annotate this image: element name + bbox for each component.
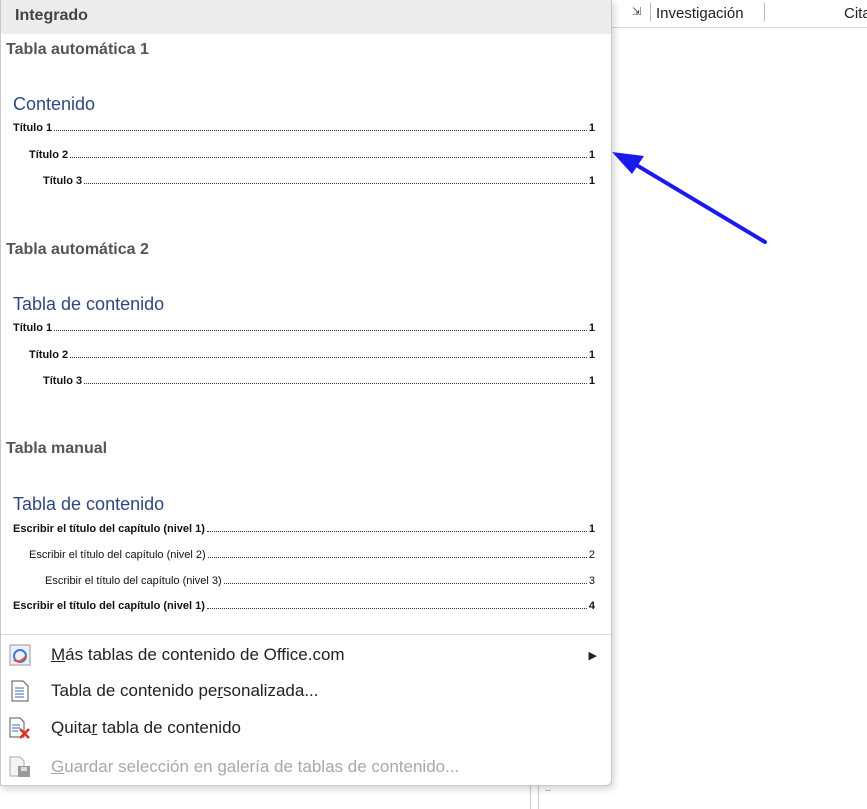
- toc-row: Escribir el título del capítulo (nivel 1…: [13, 600, 595, 612]
- menu-item-label: Guardar selección en galería de tablas d…: [51, 757, 460, 776]
- menu-item-custom-toc[interactable]: Tabla de contenido personalizada...: [1, 674, 611, 708]
- toc-row: Título 21: [29, 149, 595, 161]
- gallery-header: Integrado: [1, 0, 611, 34]
- menu-item-label: Quitar tabla de contenido: [51, 718, 241, 737]
- document-list-icon: [8, 679, 32, 703]
- toc-row: Escribir el título del capítulo (nivel 1…: [13, 523, 595, 535]
- menu-item-remove-toc[interactable]: Quitar tabla de contenido: [1, 711, 611, 745]
- section-title: Tabla manual: [6, 440, 108, 457]
- ribbon: ⇲ Investigación Cita: [612, 0, 867, 28]
- save-gallery-icon: [8, 755, 32, 779]
- divider: [530, 785, 531, 809]
- toc-row: Título 11: [13, 122, 595, 134]
- toc-row: Título 31: [43, 175, 595, 187]
- menu-item-label: Tabla de contenido personalizada...: [51, 681, 319, 700]
- toc-row: Título 21: [29, 349, 595, 361]
- scroll-control[interactable]: –: [538, 785, 558, 809]
- section-title: Tabla automática 1: [6, 41, 149, 58]
- toc-row: Escribir el título del capítulo (nivel 2…: [29, 549, 595, 561]
- separator: [650, 3, 651, 21]
- toc-row: Título 31: [43, 375, 595, 387]
- toc-dropdown: Integrado Tabla automática 1 Contenido T…: [0, 0, 612, 786]
- submenu-arrow-icon: ▶: [588, 649, 597, 662]
- toc-heading: Tabla de contenido: [13, 494, 165, 514]
- section-title: Tabla automática 2: [6, 241, 149, 258]
- remove-toc-icon: [8, 716, 32, 740]
- menu-item-label: Más tablas de contenido de Office.com: [51, 645, 345, 664]
- toc-heading: Contenido: [13, 94, 96, 114]
- menu-item-more-tocs-office[interactable]: Más tablas de contenido de Office.com ▶: [1, 638, 611, 672]
- office-globe-icon: [8, 643, 32, 667]
- ribbon-group-research: Investigación: [656, 5, 744, 22]
- toc-row: Título 11: [13, 322, 595, 334]
- toc-heading: Tabla de contenido: [13, 294, 165, 314]
- divider: [1, 634, 611, 635]
- ribbon-group-citations: Cita: [844, 5, 867, 22]
- toc-row: Escribir el título del capítulo (nivel 3…: [45, 575, 595, 587]
- separator: [764, 3, 765, 21]
- menu-item-save-selection-disabled: Guardar selección en galería de tablas d…: [1, 750, 611, 784]
- dialog-launcher-icon[interactable]: ⇲: [632, 5, 641, 18]
- annotation-arrow-icon: [612, 152, 767, 244]
